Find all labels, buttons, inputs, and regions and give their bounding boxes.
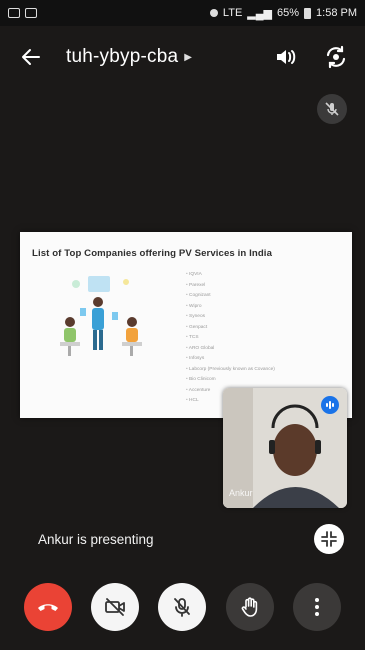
teamwork-illustration (60, 276, 142, 356)
mic-off-icon (174, 598, 191, 617)
camera-toggle-button[interactable] (91, 583, 140, 631)
self-video-tile[interactable]: Ankur (223, 388, 347, 508)
audio-level-icon (326, 401, 334, 409)
video-off-icon (105, 598, 125, 616)
gallery-icon (8, 8, 20, 18)
meeting-title-button[interactable]: tuh-ybyp-cba ▶ (66, 46, 192, 68)
back-button[interactable] (14, 40, 48, 74)
alarm-icon (209, 9, 218, 17)
more-vert-icon (315, 598, 320, 616)
meeting-code: tuh-ybyp-cba (66, 46, 179, 67)
raise-hand-button[interactable] (225, 583, 274, 631)
status-left (8, 8, 37, 18)
battery-icon (304, 7, 312, 19)
meeting-top-bar: tuh-ybyp-cba ▶ (0, 26, 365, 88)
battery-percent: 65% (277, 7, 300, 19)
list-item: Infosys (186, 354, 275, 365)
end-call-button[interactable] (23, 583, 72, 631)
list-item: Syneos (186, 312, 275, 323)
list-item: Bio Clinicom (186, 375, 275, 386)
presenter-muted-indicator (317, 94, 347, 124)
switch-camera-icon (326, 45, 346, 69)
participant-name: Ankur (229, 488, 253, 498)
list-item: Labcorp (Previously known as Covance) (186, 365, 275, 376)
screen-record-icon (25, 8, 37, 18)
speaker-icon (277, 50, 296, 64)
hand-icon (241, 597, 258, 617)
mic-off-icon (325, 102, 339, 116)
network-type: LTE (222, 7, 243, 19)
list-item: Cognizant (186, 291, 275, 302)
exit-fullscreen-button[interactable] (314, 524, 344, 554)
call-controls (0, 576, 365, 638)
presenting-label: Ankur is presenting (38, 532, 154, 547)
back-arrow-icon (22, 49, 40, 65)
fullscreen-exit-icon (321, 531, 337, 547)
chevron-right-icon: ▶ (184, 51, 192, 63)
slide-title: List of Top Companies offering PV Servic… (32, 248, 273, 259)
list-item: IQVIA (186, 270, 275, 281)
list-item: Wipro (186, 302, 275, 313)
meeting-screen: LTE ▂▄▆ 65% 1:58 PM tuh-ybyp-cba ▶ List … (0, 0, 365, 650)
status-right: LTE ▂▄▆ 65% 1:58 PM (209, 7, 357, 20)
top-actions (271, 42, 351, 72)
switch-camera-button[interactable] (321, 42, 351, 72)
list-item: Parexel (186, 281, 275, 292)
phone-hangup-icon (37, 604, 58, 611)
speaking-indicator (321, 396, 339, 414)
list-item: Genpact (186, 323, 275, 334)
status-bar: LTE ▂▄▆ 65% 1:58 PM (0, 0, 365, 26)
list-item: TCS (186, 333, 275, 344)
list-item: ARO Global (186, 344, 275, 355)
audio-output-button[interactable] (271, 42, 301, 72)
clock: 1:58 PM (316, 7, 357, 19)
companies-list: IQVIA Parexel Cognizant Wipro Syneos Gen… (186, 270, 275, 407)
more-options-button[interactable] (293, 583, 342, 631)
signal-icon: ▂▄▆ (247, 7, 272, 20)
microphone-toggle-button[interactable] (158, 583, 207, 631)
